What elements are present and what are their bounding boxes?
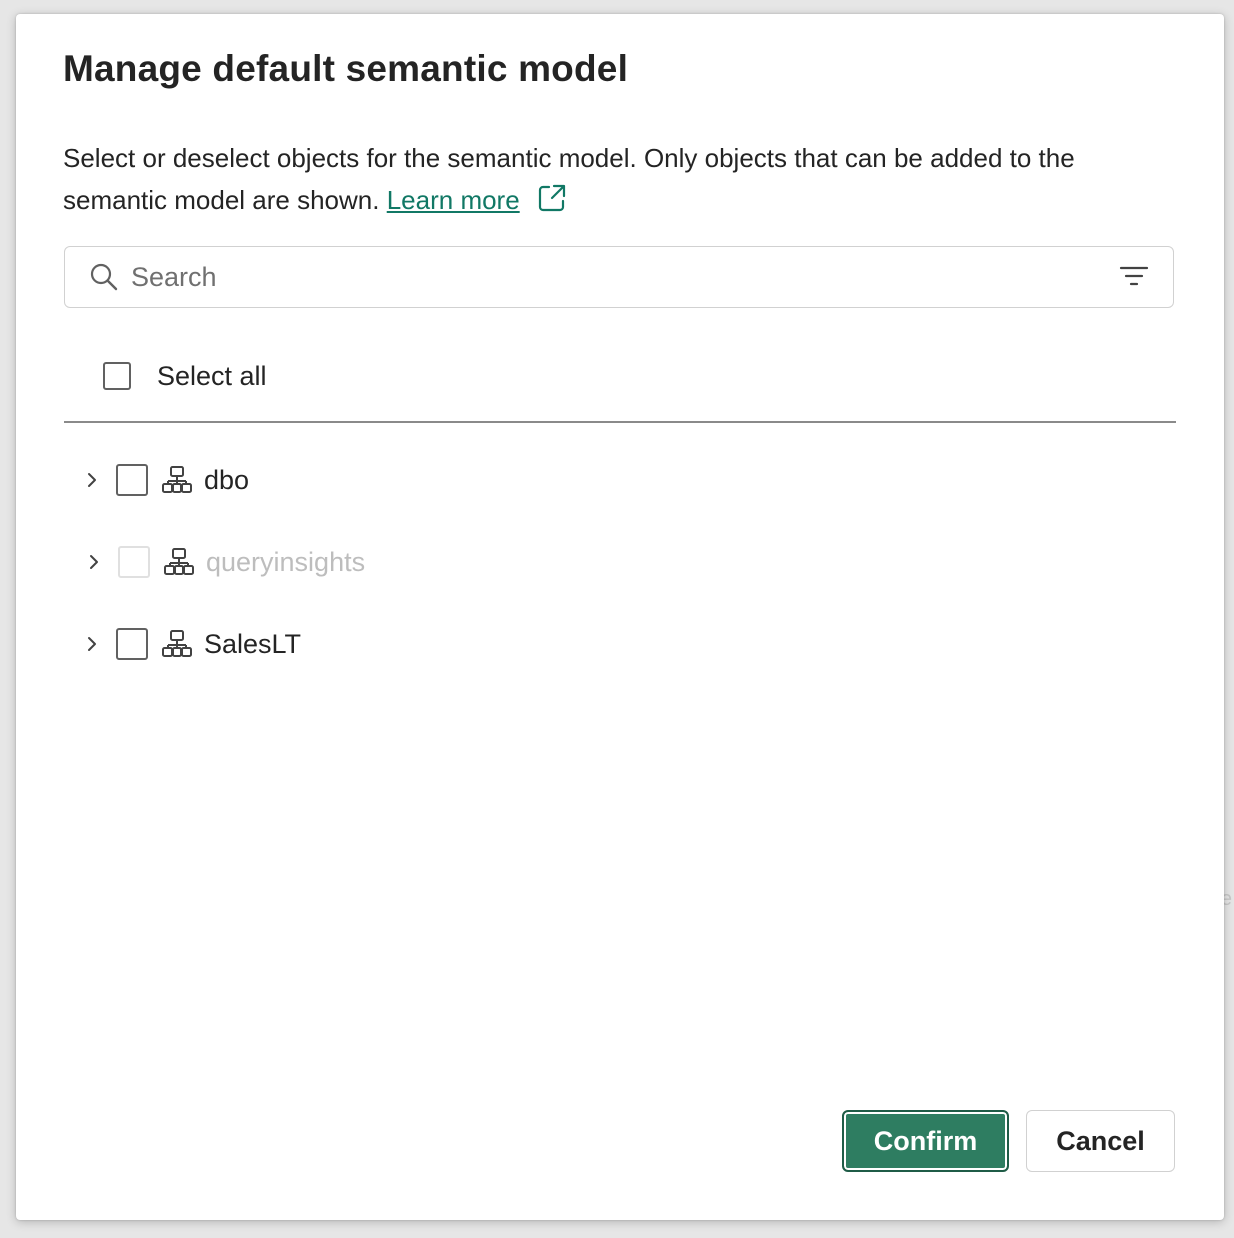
chevron-right-icon[interactable] [82,470,102,490]
select-all-label: Select all [157,360,267,391]
tree-item-label: SalesLT [204,628,302,659]
cancel-button[interactable]: Cancel [1026,1110,1175,1172]
filter-icon[interactable] [1119,264,1149,295]
tree-item-checkbox[interactable] [116,464,148,496]
tree-item-queryinsights: queryinsights [82,537,365,587]
dialog-description: Select or deselect objects for the seman… [63,137,1178,225]
open-in-new-icon[interactable] [537,183,567,225]
search-box [64,246,1174,308]
schema-icon [162,629,192,659]
tree-item-label: queryinsights [206,546,366,577]
select-all-checkbox[interactable] [103,362,131,390]
tree-item-saleslt[interactable]: SalesLT [82,619,301,669]
schema-icon [162,465,192,495]
tree-item-label: dbo [204,464,250,495]
chevron-right-icon[interactable] [82,634,102,654]
tree-item-checkbox [118,546,150,578]
search-input[interactable] [131,257,1091,297]
schema-icon [164,547,194,577]
confirm-button[interactable]: Confirm [842,1110,1009,1172]
chevron-right-icon[interactable] [84,552,104,572]
manage-semantic-model-dialog: Manage default semantic model Select or … [16,14,1224,1220]
select-all-row[interactable]: Select all [103,354,267,398]
tree-item-checkbox[interactable] [116,628,148,660]
tree-item-dbo[interactable]: dbo [82,455,249,505]
description-text: Select or deselect objects for the seman… [63,143,1075,215]
divider [64,421,1176,423]
learn-more-link[interactable]: Learn more [387,185,520,215]
dialog-title: Manage default semantic model [63,48,629,89]
search-icon [89,262,119,297]
